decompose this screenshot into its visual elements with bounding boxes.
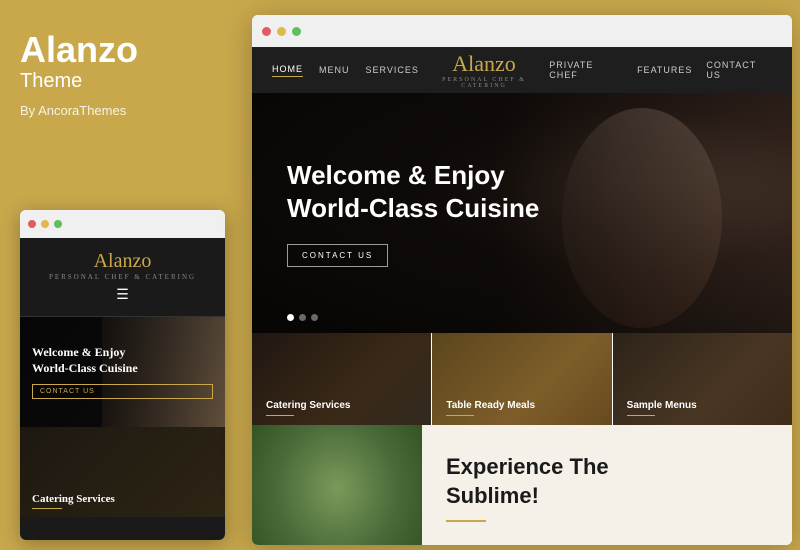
brand-title: Alanzo [20, 30, 228, 70]
site-hero-content: Welcome & EnjoyWorld-Class Cuisine CONTA… [287, 159, 539, 267]
slider-dot-3[interactable] [311, 314, 318, 321]
site-logo: Alanzo [419, 51, 549, 77]
mobile-window-bar [20, 210, 225, 238]
nav-item-menu[interactable]: MENU [319, 65, 350, 75]
left-panel: Alanzo Theme By AncoraThemes Alanzo PERS… [0, 0, 248, 550]
by-line: By AncoraThemes [20, 103, 228, 118]
card-label-1: Catering Services [266, 400, 351, 411]
browser-bar [252, 15, 792, 47]
cards-row: Catering Services Table Ready Meals Samp… [252, 333, 792, 425]
hero-title: Welcome & EnjoyWorld-Class Cuisine [287, 159, 539, 224]
card-label-2: Table Ready Meals [446, 400, 535, 411]
mobile-hero-title: Welcome & EnjoyWorld-Class Cuisine [32, 345, 213, 376]
bottom-food-bg [252, 425, 422, 545]
card-underline-3 [627, 415, 655, 416]
browser-dot-yellow [277, 27, 286, 36]
brand-subtitle: Theme [20, 70, 228, 93]
nav-right: PRIVATE CHEF FEATURES CONTACT US [549, 60, 772, 80]
bottom-underline [446, 520, 486, 522]
nav-item-private-chef[interactable]: PRIVATE CHEF [549, 60, 623, 80]
site-logo-container: Alanzo PERSONAL CHEF & CATERING [419, 51, 549, 89]
card-sample-menus[interactable]: Sample Menus [613, 333, 792, 425]
mobile-catering-label: Catering Services [32, 493, 115, 505]
hero-cta-button[interactable]: CONTACT US [287, 244, 388, 267]
browser-dot-green [292, 27, 301, 36]
card-label-3: Sample Menus [627, 400, 697, 411]
mobile-content: Alanzo PERSONAL CHEF & CATERING ☰ Welcom… [20, 238, 225, 540]
nav-left: HOME MENU SERVICES [272, 64, 419, 77]
nav-item-features[interactable]: FEATURES [637, 65, 692, 75]
site-hero: Welcome & EnjoyWorld-Class Cuisine CONTA… [252, 93, 792, 333]
card-bg-2 [432, 333, 611, 425]
card-underline-2 [446, 415, 474, 416]
slider-dots [287, 314, 318, 321]
mobile-header: Alanzo PERSONAL CHEF & CATERING ☰ [20, 238, 225, 317]
browser-dot-red [262, 27, 271, 36]
card-bg-3 [613, 333, 792, 425]
mobile-logo-sub: PERSONAL CHEF & CATERING [32, 273, 213, 281]
bottom-food-image [252, 425, 422, 545]
mobile-preview-window: Alanzo PERSONAL CHEF & CATERING ☰ Welcom… [20, 210, 225, 540]
mobile-catering-section: Catering Services [20, 427, 225, 517]
mobile-hero: Welcome & EnjoyWorld-Class Cuisine CONTA… [20, 317, 225, 427]
mobile-logo: Alanzo [32, 250, 213, 273]
card-catering-services[interactable]: Catering Services [252, 333, 431, 425]
site-logo-sub: PERSONAL CHEF & CATERING [419, 77, 549, 89]
card-bg-1 [252, 333, 431, 425]
browser-window: HOME MENU SERVICES Alanzo PERSONAL CHEF … [252, 15, 792, 545]
mobile-cta-button[interactable]: CONTACT US [32, 384, 213, 399]
nav-item-services[interactable]: SERVICES [366, 65, 419, 75]
card-underline-1 [266, 415, 294, 416]
nav-item-contact[interactable]: CONTACT US [706, 60, 772, 80]
dot-yellow [41, 220, 49, 228]
slider-dot-2[interactable] [299, 314, 306, 321]
bottom-title: Experience TheSublime! [446, 453, 609, 510]
dot-red [28, 220, 36, 228]
dot-green [54, 220, 62, 228]
bottom-text: Experience TheSublime! [422, 425, 633, 545]
hamburger-icon[interactable]: ☰ [32, 287, 213, 304]
slider-dot-1[interactable] [287, 314, 294, 321]
site-nav: HOME MENU SERVICES Alanzo PERSONAL CHEF … [252, 47, 792, 93]
bottom-section: Experience TheSublime! [252, 425, 792, 545]
card-table-ready-meals[interactable]: Table Ready Meals [432, 333, 611, 425]
mobile-catering-line [32, 508, 62, 509]
nav-item-home[interactable]: HOME [272, 64, 303, 77]
